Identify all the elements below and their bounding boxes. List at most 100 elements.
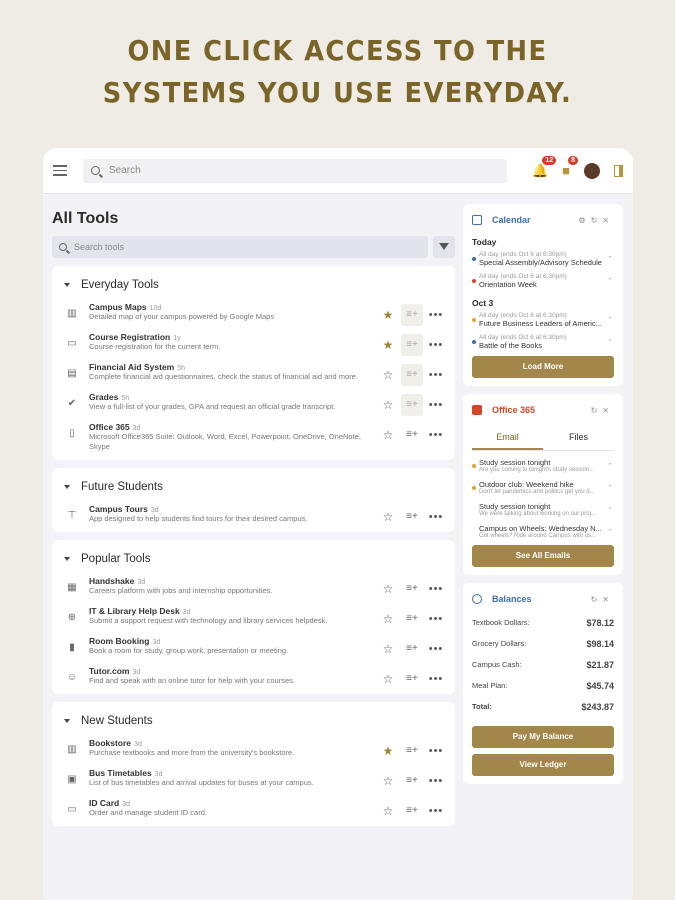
tool-name: Office 365 3d [89, 422, 367, 432]
add-to-list-icon[interactable]: ≡+ [401, 506, 423, 528]
book-icon: ▥ [67, 744, 77, 755]
calendar-event[interactable]: All day (ends Oct 6 at 6:30pm) Special As… [472, 251, 614, 267]
add-to-list-icon[interactable]: ≡+ [401, 394, 423, 416]
tool-row[interactable]: ▮ Room Booking 3d Book a room for study, gr… [52, 636, 455, 656]
tool-row[interactable]: ▯ Office 365 3d Microsoft Office365 Suite: … [52, 422, 455, 452]
see-all-emails-button[interactable]: See All Emails [472, 545, 614, 567]
more-options-icon[interactable]: ••• [425, 511, 447, 523]
tool-row[interactable]: ▭ ID Card 3d Order and manage student ID ca… [52, 798, 455, 818]
expand-icon[interactable]: ⌃ [606, 484, 614, 492]
tool-row[interactable]: ▦ Handshake 3d Careers platform with jobs a… [52, 576, 455, 596]
more-options-icon[interactable]: ••• [425, 673, 447, 685]
favorite-star-icon[interactable]: ★ [377, 308, 399, 322]
filter-icon[interactable] [433, 236, 455, 258]
chat-icon[interactable]: ■ 8 [562, 156, 578, 178]
expand-icon[interactable]: ⌃ [606, 338, 614, 346]
expand-icon[interactable]: ⌃ [606, 528, 614, 536]
tool-description: Course registration for the current term… [89, 342, 221, 351]
menu-icon[interactable] [53, 162, 67, 179]
more-options-icon[interactable]: ••• [425, 399, 447, 411]
add-to-list-icon[interactable]: ≡+ [401, 578, 423, 600]
pay-balance-button[interactable]: Pay My Balance [472, 726, 614, 748]
tools-search-input[interactable]: Search tools [52, 236, 428, 258]
tab-email[interactable]: Email [472, 426, 543, 450]
add-to-list-icon[interactable]: ≡+ [401, 668, 423, 690]
favorite-star-icon[interactable]: ☆ [377, 510, 399, 524]
more-options-icon[interactable]: ••• [425, 745, 447, 757]
add-to-list-icon[interactable]: ≡+ [401, 608, 423, 630]
expand-icon[interactable]: ⌃ [606, 462, 614, 470]
tool-row[interactable]: ▥ Campus Maps 10d Detailed map of your camp… [52, 302, 455, 326]
tool-actions: ☆ ≡+ ••• [377, 506, 447, 528]
add-to-list-icon[interactable]: ≡+ [401, 770, 423, 792]
more-options-icon[interactable]: ••• [425, 805, 447, 817]
more-options-icon[interactable]: ••• [425, 369, 447, 381]
more-options-icon[interactable]: ••• [425, 775, 447, 787]
email-subject: Study session tonight [479, 502, 551, 511]
avatar[interactable] [584, 162, 600, 179]
add-to-list-icon[interactable]: ≡+ [401, 364, 423, 386]
unread-dot [472, 530, 476, 534]
add-to-list-icon[interactable]: ≡+ [401, 800, 423, 822]
tool-name-label: Tutor.com [89, 666, 130, 676]
card-controls[interactable]: ↻⨯ [591, 595, 614, 604]
global-search-input[interactable]: Search [83, 158, 507, 183]
card-controls[interactable]: ↻⨯ [591, 406, 614, 415]
card-controls[interactable]: ⚙↻⨯ [578, 216, 614, 225]
tool-row[interactable]: ⊕ IT & Library Help Desk 3d Submit a suppor… [52, 606, 455, 626]
favorite-star-icon[interactable]: ☆ [377, 672, 399, 686]
email-item[interactable]: Study session tonight Are you coming to t… [472, 458, 614, 473]
expand-icon[interactable]: ⌃ [606, 506, 614, 514]
tool-row[interactable]: ▤ Financial Aid System 5h Complete financia… [52, 362, 455, 386]
more-options-icon[interactable]: ••• [425, 339, 447, 351]
more-options-icon[interactable]: ••• [425, 583, 447, 595]
add-to-list-icon[interactable]: ≡+ [401, 424, 423, 446]
expand-icon[interactable]: ⌃ [606, 316, 614, 324]
tool-row[interactable]: ⊤ Campus Tours 3d App designed to help stud… [52, 504, 455, 524]
tool-updated: 3d [122, 801, 131, 808]
favorite-star-icon[interactable]: ★ [377, 744, 399, 758]
tool-updated: 3d [150, 507, 159, 514]
event-time: All day (ends Oct 6 at 6:30pm) [479, 273, 567, 280]
calendar-event[interactable]: All day (ends Oct 6 at 6:30pm) Orientatio… [472, 273, 614, 289]
expand-icon[interactable]: ⌃ [606, 277, 614, 285]
view-ledger-button[interactable]: View Ledger [472, 754, 614, 776]
more-options-icon[interactable]: ••• [425, 643, 447, 655]
add-to-list-icon[interactable]: ≡+ [401, 304, 423, 326]
add-to-list-icon[interactable]: ≡+ [401, 638, 423, 660]
load-more-button[interactable]: Load More [472, 356, 614, 378]
calendar-event[interactable]: All day (ends Oct 6 at 6:30pm) Battle of … [472, 334, 614, 350]
tool-row[interactable]: ☺ Tutor.com 3d Find and speak with an onlin… [52, 666, 455, 686]
expand-icon[interactable]: ⌃ [606, 255, 614, 263]
add-to-list-icon[interactable]: ≡+ [401, 740, 423, 762]
favorite-star-icon[interactable]: ☆ [377, 398, 399, 412]
notifications-bell-icon[interactable]: 🔔 12 [532, 155, 557, 179]
favorite-star-icon[interactable]: ☆ [377, 428, 399, 442]
favorite-star-icon[interactable]: ☆ [377, 582, 399, 596]
section-header[interactable]: Popular Tools [52, 550, 455, 568]
section-header[interactable]: Everyday Tools [52, 276, 455, 294]
favorite-star-icon[interactable]: ☆ [377, 368, 399, 382]
more-options-icon[interactable]: ••• [425, 309, 447, 321]
tool-row[interactable]: ✔ Grades 5h View a full-list of your grades… [52, 392, 455, 416]
more-options-icon[interactable]: ••• [425, 429, 447, 441]
email-item[interactable]: Campus on Wheels: Wednesday N... Got whee… [472, 524, 614, 539]
section-header[interactable]: New Students [52, 712, 455, 730]
tool-row[interactable]: ▥ Bookstore 3d Purchase textbooks and more … [52, 738, 455, 758]
more-options-icon[interactable]: ••• [425, 613, 447, 625]
favorite-star-icon[interactable]: ☆ [377, 774, 399, 788]
calendar-event[interactable]: All day (ends Oct 6 at 6:30pm) Future Bus… [472, 312, 614, 328]
favorite-star-icon[interactable]: ☆ [377, 642, 399, 656]
tool-row[interactable]: ▭ Course Registration 1y Course registratio… [52, 332, 455, 356]
favorite-star-icon[interactable]: ☆ [377, 612, 399, 626]
tool-row[interactable]: ▣ Bus Timetables 3d List of bus timetables … [52, 768, 455, 788]
favorite-star-icon[interactable]: ☆ [377, 804, 399, 818]
email-item[interactable]: Study session tonight We were talking abo… [472, 502, 614, 517]
favorite-star-icon[interactable]: ★ [377, 338, 399, 352]
section-header[interactable]: Future Students [52, 478, 455, 496]
email-subject: Campus on Wheels: Wednesday N... [479, 524, 602, 533]
email-item[interactable]: Outdoor club: Weekend hike Don't let pand… [472, 480, 614, 495]
side-panel-icon[interactable] [614, 164, 623, 177]
add-to-list-icon[interactable]: ≡+ [401, 334, 423, 356]
tab-files[interactable]: Files [543, 426, 614, 450]
